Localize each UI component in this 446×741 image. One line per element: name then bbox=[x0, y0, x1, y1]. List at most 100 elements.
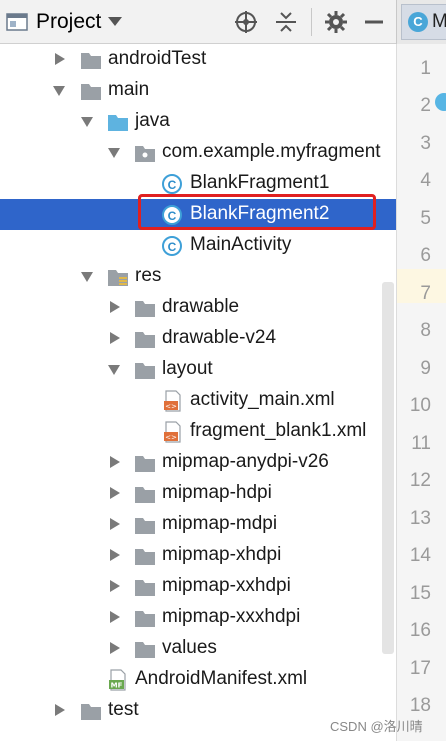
line-number: 3 bbox=[420, 133, 431, 154]
tree-item-res[interactable]: res bbox=[0, 261, 396, 292]
line-number: 6 bbox=[420, 245, 431, 266]
source-folder-icon bbox=[108, 115, 128, 131]
tree-item-mainactivity[interactable]: C MainActivity bbox=[0, 230, 396, 261]
folder-icon bbox=[81, 84, 101, 100]
line-number: 12 bbox=[409, 470, 431, 491]
tree-item-mipmap-anydpi-v26[interactable]: mipmap-anydpi-v26 bbox=[0, 447, 396, 478]
class-icon: C bbox=[408, 12, 428, 32]
folder-icon bbox=[135, 611, 155, 627]
tree-item-androidmanifest[interactable]: MF AndroidManifest.xml bbox=[0, 664, 396, 695]
header-separator bbox=[311, 8, 312, 36]
project-view-icon[interactable] bbox=[6, 13, 28, 31]
xml-file-icon: <> bbox=[164, 390, 181, 412]
tree-item-label: main bbox=[108, 79, 150, 100]
tree-item-mipmap-hdpi[interactable]: mipmap-hdpi bbox=[0, 478, 396, 509]
expand-arrow-icon[interactable] bbox=[110, 580, 120, 592]
tree-item-mipmap-xxhdpi[interactable]: mipmap-xxhdpi bbox=[0, 571, 396, 602]
line-number: 1 bbox=[420, 58, 431, 79]
tree-item-label: values bbox=[162, 637, 217, 658]
expand-arrow-icon[interactable] bbox=[110, 301, 120, 313]
tree-item-activity-main-xml[interactable]: <> activity_main.xml bbox=[0, 385, 396, 416]
tree-item-mipmap-mdpi[interactable]: mipmap-mdpi bbox=[0, 509, 396, 540]
tree-item-label: java bbox=[135, 110, 170, 131]
gear-icon[interactable] bbox=[324, 10, 348, 34]
folder-icon bbox=[135, 580, 155, 596]
minimize-icon[interactable] bbox=[362, 10, 386, 34]
folder-icon bbox=[135, 549, 155, 565]
editor-tab-label: M bbox=[432, 11, 446, 32]
highlight-annotation bbox=[138, 194, 376, 230]
tree-item-label: BlankFragment1 bbox=[190, 172, 330, 193]
project-view-title[interactable]: Project bbox=[36, 10, 101, 34]
expand-arrow-icon[interactable] bbox=[110, 549, 120, 561]
collapse-arrow-icon[interactable] bbox=[108, 148, 120, 158]
line-number: 11 bbox=[411, 433, 431, 454]
tree-item-label: MainActivity bbox=[190, 234, 292, 255]
tree-item-label: res bbox=[135, 265, 162, 286]
collapse-arrow-icon[interactable] bbox=[81, 117, 93, 127]
line-number: 2 bbox=[420, 95, 431, 116]
tree-item-main[interactable]: main bbox=[0, 75, 396, 106]
svg-text:MF: MF bbox=[111, 682, 123, 690]
expand-arrow-icon[interactable] bbox=[110, 332, 120, 344]
expand-arrow-icon[interactable] bbox=[110, 487, 120, 499]
package-icon bbox=[135, 146, 155, 162]
folder-icon bbox=[135, 456, 155, 472]
line-number: 18 bbox=[409, 695, 431, 716]
line-number: 9 bbox=[420, 358, 431, 379]
editor-tab-bar: C M bbox=[396, 0, 446, 44]
collapse-arrow-icon[interactable] bbox=[108, 365, 120, 375]
expand-arrow-icon[interactable] bbox=[110, 518, 120, 530]
tree-item-androidtest[interactable]: androidTest bbox=[0, 44, 396, 75]
expand-arrow-icon[interactable] bbox=[55, 53, 65, 65]
class-icon: C bbox=[162, 236, 182, 256]
tree-item-label: drawable bbox=[162, 296, 240, 317]
editor-tab-mainactivity[interactable]: C M bbox=[401, 4, 446, 40]
tree-item-layout[interactable]: layout bbox=[0, 354, 396, 385]
tree-item-drawable[interactable]: drawable bbox=[0, 292, 396, 323]
tree-item-drawable-v24[interactable]: drawable-v24 bbox=[0, 323, 396, 354]
line-number: 15 bbox=[409, 583, 431, 604]
tree-item-label: layout bbox=[162, 358, 213, 379]
tree-item-fragment-blank1-xml[interactable]: <> fragment_blank1.xml bbox=[0, 416, 396, 447]
collapse-arrow-icon[interactable] bbox=[53, 86, 65, 96]
expand-arrow-icon[interactable] bbox=[55, 704, 65, 716]
project-tree[interactable]: androidTest main java com.example.myfrag… bbox=[0, 44, 396, 741]
tree-item-mipmap-xhdpi[interactable]: mipmap-xhdpi bbox=[0, 540, 396, 571]
line-number: 13 bbox=[409, 508, 431, 529]
svg-text:<>: <> bbox=[165, 434, 177, 442]
folder-icon bbox=[135, 301, 155, 317]
tree-item-mipmap-xxxhdpi[interactable]: mipmap-xxxhdpi bbox=[0, 602, 396, 633]
gutter-class-marker-icon[interactable] bbox=[435, 93, 446, 111]
tree-item-label: mipmap-hdpi bbox=[162, 482, 272, 503]
expand-arrow-icon[interactable] bbox=[110, 611, 120, 623]
editor-gutter: 1 2 3 4 5 6 7 8 9 10 11 12 13 14 15 16 1… bbox=[396, 44, 446, 741]
dropdown-icon[interactable] bbox=[108, 17, 122, 26]
project-tool-window-header: Project bbox=[0, 0, 396, 44]
tree-item-label: mipmap-mdpi bbox=[162, 513, 278, 534]
tree-item-label: androidTest bbox=[108, 48, 207, 69]
collapse-arrow-icon[interactable] bbox=[81, 272, 93, 282]
expand-arrow-icon[interactable] bbox=[110, 642, 120, 654]
tree-item-label: test bbox=[108, 699, 139, 720]
folder-icon bbox=[135, 487, 155, 503]
locate-icon[interactable] bbox=[234, 10, 258, 34]
tree-item-java[interactable]: java bbox=[0, 106, 396, 137]
tree-item-label: fragment_blank1.xml bbox=[190, 420, 367, 441]
line-number: 16 bbox=[409, 620, 431, 641]
tree-item-label: mipmap-anydpi-v26 bbox=[162, 451, 329, 472]
line-number: 14 bbox=[409, 545, 431, 566]
tree-item-label: mipmap-xxhdpi bbox=[162, 575, 291, 596]
svg-text:<>: <> bbox=[165, 403, 177, 411]
line-number: 8 bbox=[420, 320, 431, 341]
tree-item-label: mipmap-xhdpi bbox=[162, 544, 282, 565]
xml-file-icon: <> bbox=[164, 421, 181, 443]
expand-arrow-icon[interactable] bbox=[110, 456, 120, 468]
tree-scrollbar[interactable] bbox=[382, 282, 394, 654]
folder-icon bbox=[81, 704, 101, 720]
tree-item-values[interactable]: values bbox=[0, 633, 396, 664]
collapse-all-icon[interactable] bbox=[274, 10, 298, 34]
line-number: 4 bbox=[420, 170, 431, 191]
tree-item-label: com.example.myfragment bbox=[162, 141, 381, 162]
tree-item-package[interactable]: com.example.myfragment bbox=[0, 137, 396, 168]
